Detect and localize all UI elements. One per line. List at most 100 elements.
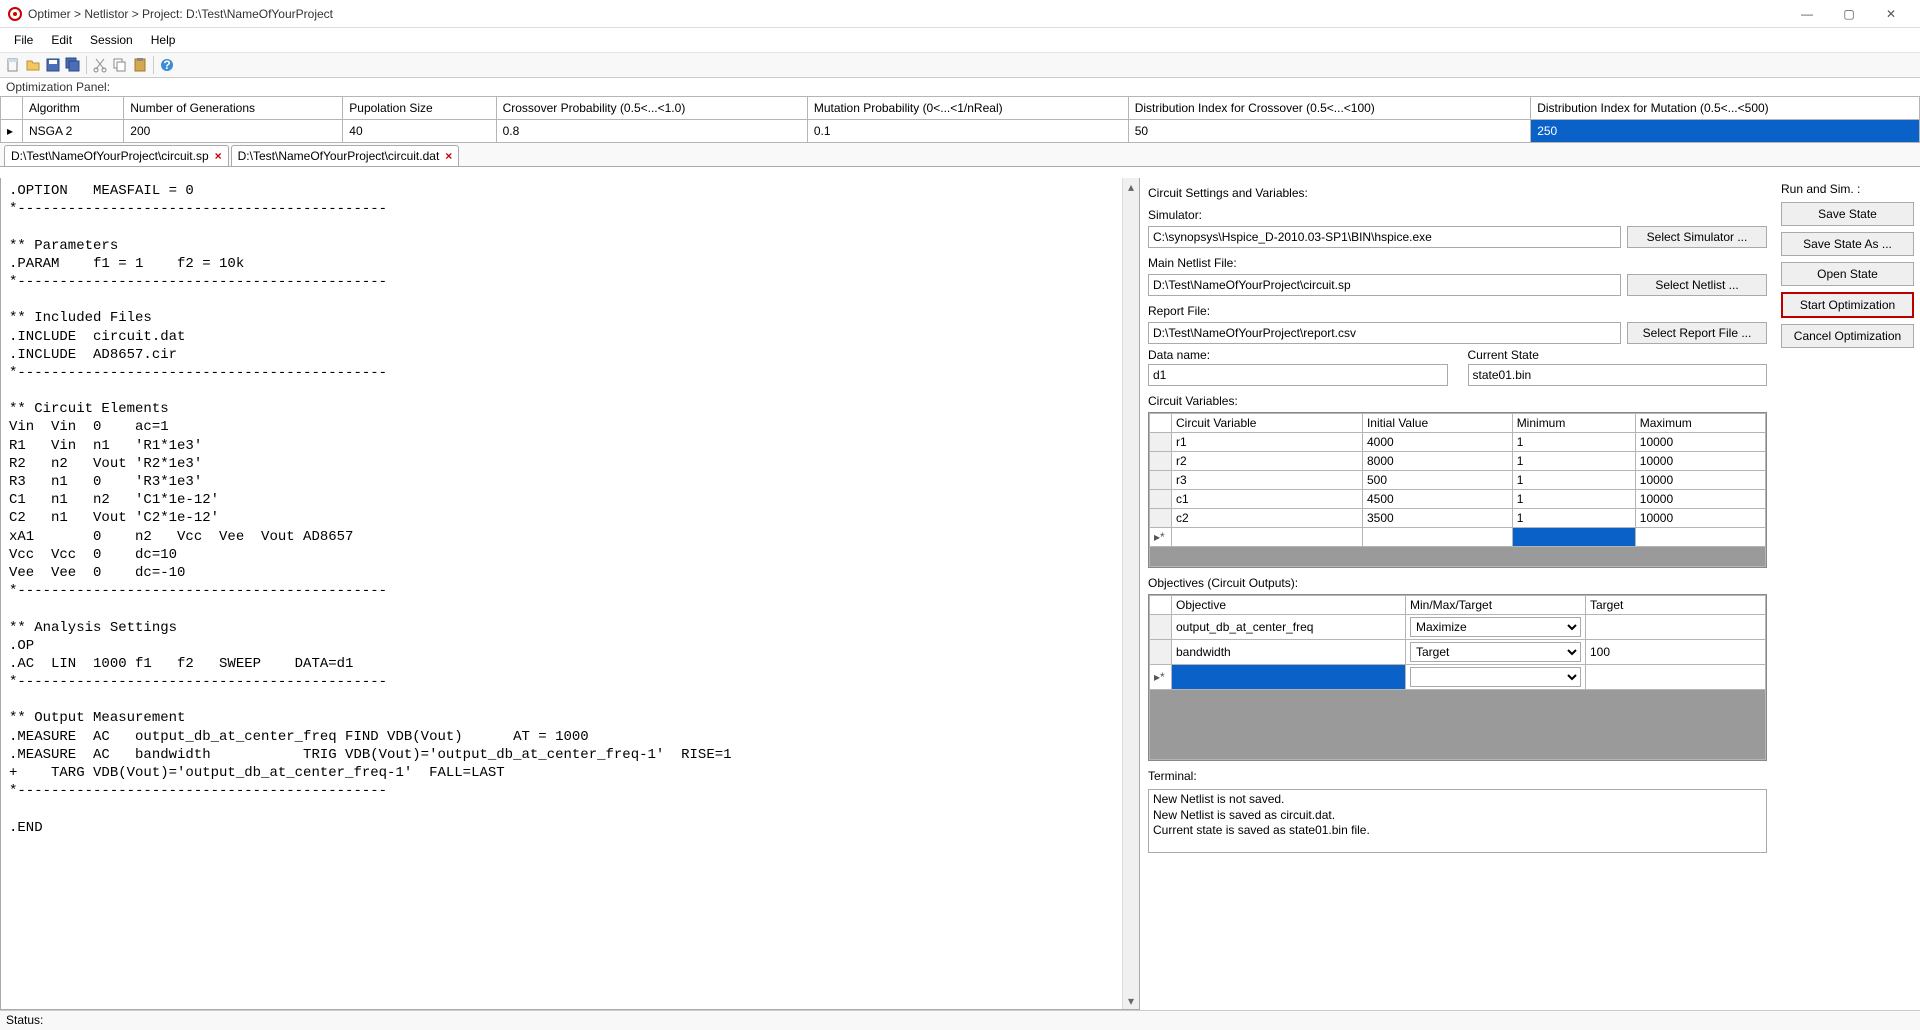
cell-dist-mut[interactable]: 250 [1531,120,1920,143]
tab-circuit-dat[interactable]: D:\Test\NameOfYourProject\circuit.dat × [231,145,460,166]
new-row[interactable]: ▸* [1150,528,1766,547]
col-algorithm[interactable]: Algorithm [23,97,124,120]
toolbar-separator [153,56,154,74]
paste-icon[interactable] [131,56,149,74]
scrollbar-vertical[interactable]: ▴ ▾ [1122,178,1139,1009]
table-row[interactable]: bandwidthTarget100 [1150,640,1766,665]
col-generations[interactable]: Number of Generations [124,97,343,120]
menu-help[interactable]: Help [143,31,184,49]
report-label: Report File: [1148,304,1767,318]
cell-algorithm[interactable]: NSGA 2 [23,120,124,143]
row-indicator-header [1150,414,1172,433]
status-text: Status: [6,1013,43,1027]
circuit-settings-panel: Circuit Settings and Variables: Simulato… [1140,178,1775,1010]
row-handle-header [1,97,23,120]
circuit-variables-grid[interactable]: Circuit Variable Initial Value Minimum M… [1148,412,1767,568]
minmax-select[interactable]: Maximize [1410,617,1581,637]
tab-circuit-sp[interactable]: D:\Test\NameOfYourProject\circuit.sp × [4,145,229,166]
settings-title: Circuit Settings and Variables: [1148,186,1767,200]
tab-label: D:\Test\NameOfYourProject\circuit.sp [11,149,209,163]
row-handle[interactable]: ▸ [1,120,23,143]
new-row-indicator[interactable]: ▸* [1150,528,1172,547]
col-dist-mut[interactable]: Distribution Index for Mutation (0.5<...… [1531,97,1920,120]
start-optimization-button[interactable]: Start Optimization [1781,292,1914,318]
maximize-button[interactable]: ▢ [1828,2,1870,26]
grid-footer [1150,690,1766,760]
table-row[interactable]: r14000110000 [1150,433,1766,452]
cell-dist-cross[interactable]: 50 [1128,120,1531,143]
help-icon[interactable]: ? [158,56,176,74]
optimization-table[interactable]: Algorithm Number of Generations Pupolati… [0,96,1920,143]
save-state-button[interactable]: Save State [1781,202,1914,226]
select-simulator-button[interactable]: Select Simulator ... [1627,226,1767,248]
simulator-input[interactable] [1148,226,1621,248]
netlist-input[interactable] [1148,274,1621,296]
table-row[interactable]: c23500110000 [1150,509,1766,528]
cancel-optimization-button[interactable]: Cancel Optimization [1781,324,1914,348]
table-row[interactable]: output_db_at_center_freqMaximize [1150,615,1766,640]
new-row[interactable]: ▸* [1150,665,1766,690]
table-row[interactable]: r3500110000 [1150,471,1766,490]
opt-row[interactable]: ▸ NSGA 2 200 40 0.8 0.1 50 250 [1,120,1920,143]
close-button[interactable]: ✕ [1870,2,1912,26]
state-label: Current State [1468,348,1768,362]
vars-label: Circuit Variables: [1148,394,1767,408]
close-icon[interactable]: × [215,149,222,163]
new-row-indicator[interactable]: ▸* [1150,665,1172,690]
col-variable[interactable]: Circuit Variable [1172,414,1363,433]
toolbar-separator [86,56,87,74]
new-file-icon[interactable] [4,56,22,74]
menu-file[interactable]: File [6,31,41,49]
menu-session[interactable]: Session [82,31,141,49]
save-icon[interactable] [44,56,62,74]
col-minmax[interactable]: Min/Max/Target [1406,596,1586,615]
minmax-select[interactable] [1410,667,1581,687]
cell-generations[interactable]: 200 [124,120,343,143]
terminal-label: Terminal: [1148,769,1767,783]
minmax-select[interactable]: Target [1410,642,1581,662]
save-all-icon[interactable] [64,56,82,74]
terminal-output[interactable]: New Netlist is not saved. New Netlist is… [1148,789,1767,853]
cut-icon[interactable] [91,56,109,74]
col-dist-cross[interactable]: Distribution Index for Crossover (0.5<..… [1128,97,1531,120]
col-max[interactable]: Maximum [1635,414,1765,433]
save-state-as-button[interactable]: Save State As ... [1781,232,1914,256]
menu-edit[interactable]: Edit [43,31,80,49]
tab-label: D:\Test\NameOfYourProject\circuit.dat [238,149,440,163]
col-popsize[interactable]: Pupolation Size [343,97,496,120]
table-row[interactable]: c14500110000 [1150,490,1766,509]
col-mutation[interactable]: Mutation Probability (0<...<1/nReal) [807,97,1128,120]
toolbar: ? [0,52,1920,78]
col-initial[interactable]: Initial Value [1362,414,1512,433]
code-editor[interactable]: .OPTION MEASFAIL = 0 *------------------… [0,178,1140,1010]
cell-popsize[interactable]: 40 [343,120,496,143]
run-sim-panel: Run and Sim. : Save State Save State As … [1775,178,1920,1010]
open-file-icon[interactable] [24,56,42,74]
editor-tabs: D:\Test\NameOfYourProject\circuit.sp × D… [0,143,1920,167]
objectives-grid[interactable]: Objective Min/Max/Target Target output_d… [1148,594,1767,761]
grid-footer [1150,547,1766,567]
close-icon[interactable]: × [445,149,452,163]
col-objective[interactable]: Objective [1172,596,1406,615]
select-netlist-button[interactable]: Select Netlist ... [1627,274,1767,296]
col-target[interactable]: Target [1586,596,1766,615]
cell-crossover[interactable]: 0.8 [496,120,807,143]
report-input[interactable] [1148,322,1621,344]
copy-icon[interactable] [111,56,129,74]
dataname-input[interactable] [1148,364,1448,386]
state-input[interactable] [1468,364,1768,386]
editor-content[interactable]: .OPTION MEASFAIL = 0 *------------------… [1,178,1139,841]
minimize-button[interactable]: — [1786,2,1828,26]
table-row[interactable]: r28000110000 [1150,452,1766,471]
netlist-label: Main Netlist File: [1148,256,1767,270]
scroll-down-icon[interactable]: ▾ [1123,992,1139,1009]
menubar: File Edit Session Help [0,28,1920,52]
open-state-button[interactable]: Open State [1781,262,1914,286]
scroll-up-icon[interactable]: ▴ [1123,178,1139,195]
dataname-label: Data name: [1148,348,1448,362]
optimization-panel-label: Optimization Panel: [0,78,1920,96]
select-report-button[interactable]: Select Report File ... [1627,322,1767,344]
col-crossover[interactable]: Crossover Probability (0.5<...<1.0) [496,97,807,120]
cell-mutation[interactable]: 0.1 [807,120,1128,143]
col-min[interactable]: Minimum [1512,414,1635,433]
